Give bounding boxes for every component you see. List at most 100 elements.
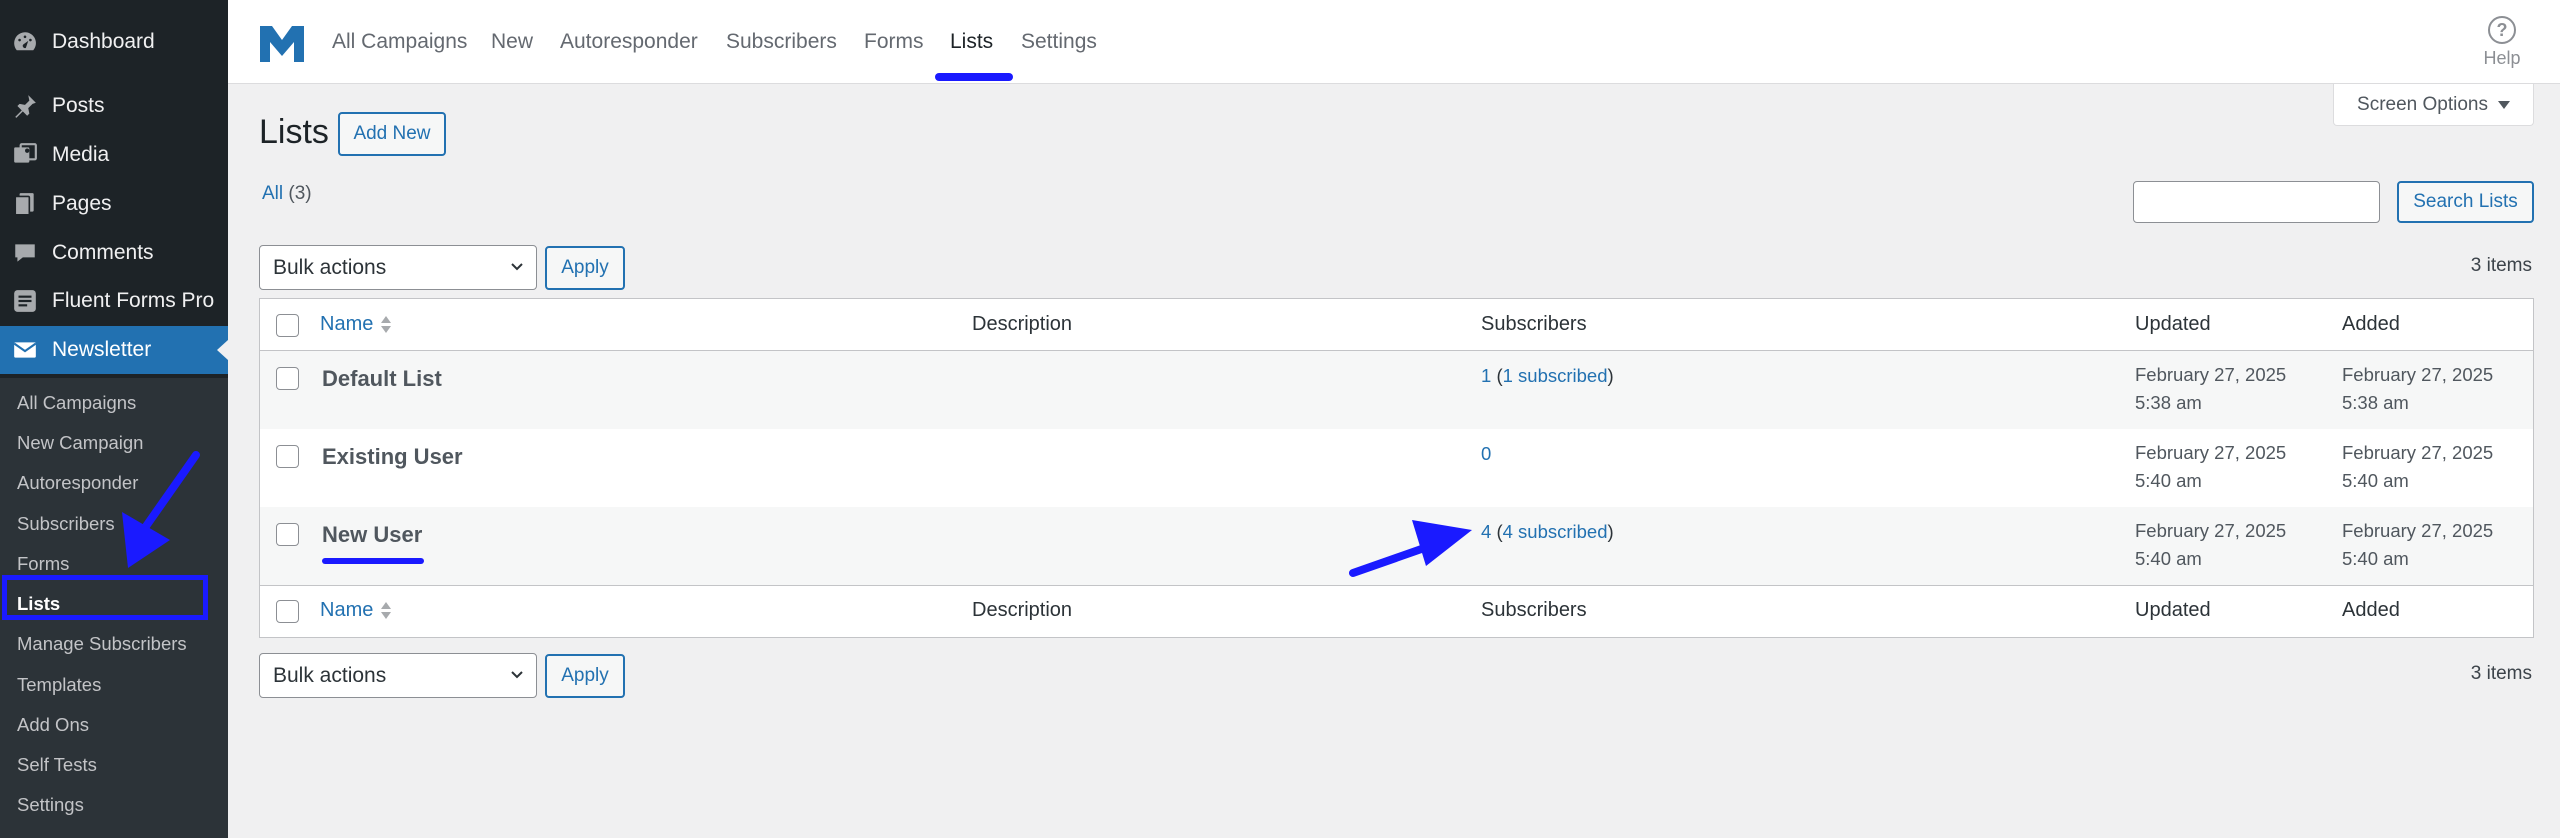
column-header-name[interactable]: Name (320, 313, 392, 336)
added-time: 5:40 am (2342, 470, 2409, 491)
add-new-button[interactable]: Add New (338, 112, 446, 156)
nav-settings[interactable]: Settings (1021, 30, 1097, 54)
apply-button-bottom[interactable]: Apply (545, 654, 625, 698)
menu-label: Fluent Forms Pro (52, 289, 215, 312)
menu-label: Media (52, 143, 110, 166)
nav-forms[interactable]: Forms (864, 30, 924, 54)
caret-down-icon (2497, 100, 2510, 109)
list-name-link[interactable]: Default List (322, 366, 442, 392)
subscribed-detail: 1 subscribed (1502, 365, 1608, 386)
subscribers-count-link[interactable]: 4 (4 subscribed) (1481, 521, 1614, 543)
admin-sidebar: Dashboard Posts Media Pages Comments Flu… (0, 0, 228, 838)
chevron-down-icon (511, 263, 523, 271)
submenu-templates[interactable]: Templates (17, 670, 101, 700)
bulk-actions-select-bottom[interactable]: Bulk actions (259, 653, 537, 698)
submenu-autoresponder[interactable]: Autoresponder (17, 468, 138, 498)
updated-cell: February 27, 2025 5:40 am (2135, 517, 2286, 573)
annotation-highlight-box (2, 575, 208, 620)
submenu-manage-subscribers[interactable]: Manage Subscribers (17, 629, 187, 659)
nav-all-campaigns[interactable]: All Campaigns (332, 30, 467, 54)
column-footer-name[interactable]: Name (320, 599, 392, 622)
submenu-subscribers[interactable]: Subscribers (17, 509, 115, 539)
help-button[interactable]: ? Help (2470, 16, 2534, 69)
submenu-settings[interactable]: Settings (17, 790, 84, 820)
nav-autoresponder[interactable]: Autoresponder (560, 30, 698, 54)
newsletter-top-nav: All Campaigns New Autoresponder Subscrib… (228, 0, 2560, 84)
menu-label: Posts (52, 94, 105, 117)
menu-label: Dashboard (52, 30, 155, 53)
nav-lists[interactable]: Lists (950, 30, 993, 54)
chevron-down-icon (511, 671, 523, 679)
updated-cell: February 27, 2025 5:40 am (2135, 439, 2286, 495)
subscribers-count-link[interactable]: 1 (1 subscribed) (1481, 365, 1614, 387)
question-icon: ? (2488, 16, 2516, 44)
screen-options-button[interactable]: Screen Options (2333, 84, 2534, 126)
media-icon (12, 142, 38, 168)
submenu-new-campaign[interactable]: New Campaign (17, 428, 143, 458)
pages-icon (12, 191, 38, 217)
subscribed-detail: 4 subscribed (1502, 521, 1608, 542)
filter-links: All (3) (262, 183, 312, 205)
select-all-checkbox[interactable] (276, 314, 299, 337)
added-date: February 27, 2025 (2342, 364, 2494, 385)
search-lists-button[interactable]: Search Lists (2397, 181, 2534, 223)
items-count-bottom: 3 items (2470, 663, 2532, 684)
forms-icon (12, 288, 38, 314)
envelope-icon (12, 337, 38, 363)
added-time: 5:38 am (2342, 392, 2409, 413)
menu-item-media[interactable]: Media (0, 131, 228, 179)
added-cell: February 27, 2025 5:40 am (2342, 439, 2493, 495)
subscribers-count: 1 (1481, 365, 1492, 386)
lists-table: Name Description Subscribers Updated Add… (259, 298, 2534, 638)
bulk-actions-select-top[interactable]: Bulk actions (259, 245, 537, 290)
row-checkbox[interactable] (276, 367, 299, 390)
list-name-link[interactable]: New User (322, 522, 422, 548)
column-header-subscribers: Subscribers (1481, 313, 1587, 335)
menu-item-dashboard[interactable]: Dashboard (0, 18, 228, 66)
table-header-row: Name Description Subscribers Updated Add… (260, 299, 2533, 351)
menu-item-newsletter[interactable]: Newsletter (0, 326, 228, 374)
bulk-actions-value: Bulk actions (273, 663, 387, 687)
added-time: 5:40 am (2342, 548, 2409, 569)
bulk-actions-value: Bulk actions (273, 255, 387, 279)
added-date: February 27, 2025 (2342, 442, 2494, 463)
column-header-added: Added (2342, 313, 2400, 335)
help-label: Help (2483, 48, 2521, 68)
updated-time: 5:38 am (2135, 392, 2202, 413)
menu-item-comments[interactable]: Comments (0, 229, 228, 277)
list-name-link[interactable]: Existing User (322, 444, 463, 470)
comment-icon (12, 240, 38, 266)
table-footer-row: Name Description Subscribers Updated Add… (260, 585, 2533, 636)
nav-subscribers[interactable]: Subscribers (726, 30, 837, 54)
filter-all-link[interactable]: All (262, 183, 283, 204)
submenu-self-tests[interactable]: Self Tests (17, 750, 97, 780)
updated-cell: February 27, 2025 5:38 am (2135, 361, 2286, 417)
menu-item-posts[interactable]: Posts (0, 82, 228, 130)
table-row: Default List 1 (1 subscribed) February 2… (260, 351, 2533, 429)
sort-icon (381, 316, 392, 333)
table-row: Existing User 0 February 27, 2025 5:40 am… (260, 429, 2533, 507)
updated-date: February 27, 2025 (2135, 364, 2287, 385)
select-all-checkbox-footer[interactable] (276, 600, 299, 623)
search-input[interactable] (2133, 181, 2380, 223)
nav-new[interactable]: New (491, 30, 533, 54)
menu-label: Pages (52, 192, 112, 215)
menu-label: Newsletter (52, 338, 152, 361)
submenu-add-ons[interactable]: Add Ons (17, 710, 89, 740)
updated-date: February 27, 2025 (2135, 442, 2287, 463)
annotation-nav-underline (935, 73, 1013, 81)
apply-button-top[interactable]: Apply (545, 246, 625, 290)
menu-item-fluent-forms-pro[interactable]: Fluent Forms Pro (0, 277, 228, 325)
updated-date: February 27, 2025 (2135, 520, 2287, 541)
column-footer-name-label: Name (320, 599, 374, 621)
submenu-all-campaigns[interactable]: All Campaigns (17, 388, 136, 418)
added-cell: February 27, 2025 5:40 am (2342, 517, 2493, 573)
row-checkbox[interactable] (276, 445, 299, 468)
subscribers-count-link[interactable]: 0 (1481, 443, 1491, 465)
menu-label: Comments (52, 241, 154, 264)
menu-item-pages[interactable]: Pages (0, 180, 228, 228)
subscribers-count: 4 (1481, 521, 1492, 542)
column-footer-subscribers: Subscribers (1481, 599, 1587, 621)
updated-time: 5:40 am (2135, 548, 2202, 569)
row-checkbox[interactable] (276, 523, 299, 546)
